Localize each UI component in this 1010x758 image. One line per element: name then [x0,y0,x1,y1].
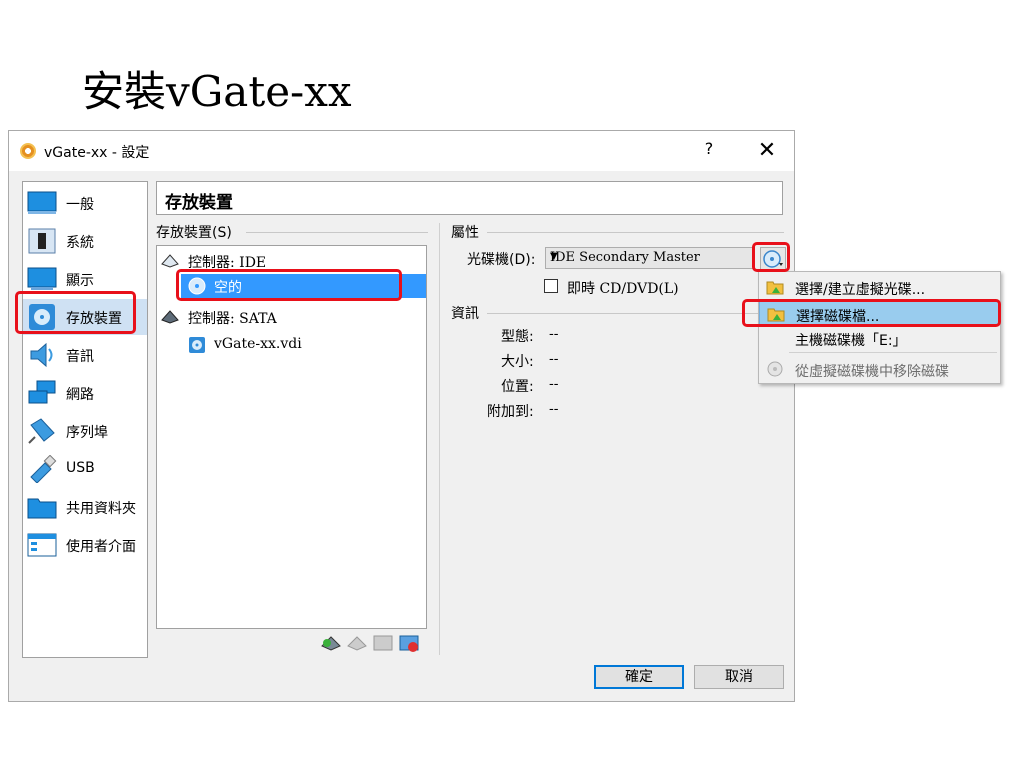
live-cd-checkbox[interactable] [544,279,558,293]
sidebar-item-label: 存放裝置 [66,311,122,327]
settings-sidebar: 一般 系統 顯示 存放裝置 音訊 網路 序列埠 USB 共用資料夾 使用者介面 [22,181,148,658]
sidebar-item-label: 一般 [66,197,94,213]
choose-disc-button[interactable] [760,247,786,271]
menu-separator [789,352,997,353]
add-controller-icon[interactable] [321,633,341,653]
menu-item-label: 選擇/建立虛擬光碟... [795,282,926,298]
sidebar-item-usb[interactable]: USB [23,451,147,487]
serial-port-icon [28,418,55,444]
disc-context-menu: 選擇/建立虛擬光碟... 選擇磁碟檔... 主機磁碟機「E:」 從虛擬磁碟機中移… [758,271,1001,384]
menu-item-choose-create-virtual-disc[interactable]: 選擇/建立虛擬光碟... [759,275,1000,299]
folder-disc-icon [767,308,785,322]
group-divider [487,313,784,314]
usb-icon [30,455,57,483]
group-divider [246,232,428,233]
sidebar-item-label: USB [66,460,95,476]
sidebar-item-label: 系統 [66,235,94,251]
controller-icon [161,254,179,268]
cancel-button[interactable]: 取消 [694,665,784,689]
tree-item-label: 控制器: SATA [188,311,277,327]
sidebar-item-label: 顯示 [66,273,94,289]
folder-disc-icon [766,281,784,295]
group-divider [487,232,784,233]
attributes-group-label: 屬性 [451,225,479,241]
info-size-label: 大小: [501,354,534,370]
system-icon [28,228,56,254]
user-interface-icon [27,533,57,557]
sidebar-item-audio[interactable]: 音訊 [23,337,147,373]
sidebar-item-general[interactable]: 一般 [23,185,147,221]
sidebar-item-label: 使用者介面 [66,539,136,555]
optical-drive-select[interactable]: IDE Secondary Master ▼ [545,247,755,269]
sidebar-item-shared-folder[interactable]: 共用資料夾 [23,489,147,525]
disc-icon [188,277,206,295]
info-size-value: -- [549,351,559,367]
sidebar-item-label: 共用資料夾 [66,501,136,517]
audio-icon [30,342,53,368]
sidebar-item-system[interactable]: 系統 [23,223,147,259]
remove-controller-icon[interactable] [347,633,367,653]
menu-item-label: 主機磁碟機「E:」 [795,333,907,349]
shared-folder-icon [27,498,57,519]
tree-item-label: vGate-xx.vdi [214,336,302,352]
network-icon [28,380,56,404]
info-group-label: 資訊 [451,306,479,322]
sidebar-item-label: 網路 [66,387,94,403]
page-title: 存放裝置 [165,193,233,213]
info-attached-label: 附加到: [487,404,534,420]
menu-item-remove-disc[interactable]: 從虛擬磁碟機中移除磁碟 [759,357,1000,381]
virtualbox-app-icon [20,143,36,159]
controller-icon [161,310,179,324]
storage-tree: 控制器: IDE 空的 控制器: SATA vGate-xx.vdi [156,245,427,629]
hard-disk-icon [189,337,205,353]
sidebar-item-serial-port[interactable]: 序列埠 [23,413,147,449]
dropdown-arrow-icon: ▼ [550,251,558,262]
tree-item-label: 控制器: IDE [188,255,267,271]
tree-item-label: 空的 [214,280,242,296]
remove-disc-icon [767,361,783,377]
sidebar-item-user-interface[interactable]: 使用者介面 [23,527,147,563]
menu-item-label: 從虛擬磁碟機中移除磁碟 [795,364,949,380]
slide-title: 安裝vGate-xx [82,67,352,116]
close-button[interactable]: ✕ [753,137,781,165]
sidebar-item-label: 序列埠 [66,425,108,441]
add-attachment-icon[interactable] [373,633,393,653]
sidebar-item-display[interactable]: 顯示 [23,261,147,297]
live-cd-label: 即時 CD/DVD(L) [567,281,679,297]
sidebar-item-storage[interactable]: 存放裝置 [23,299,147,335]
info-type-value: -- [549,326,559,342]
info-type-label: 型態: [501,329,534,345]
sidebar-item-label: 音訊 [66,349,94,365]
menu-item-host-drive[interactable]: 主機磁碟機「E:」 [759,326,1000,350]
ok-button[interactable]: 確定 [594,665,684,689]
display-icon [27,267,57,290]
page-title-box: 存放裝置 [156,181,783,215]
window-title: vGate-xx - 設定 [44,145,150,161]
remove-attachment-icon[interactable] [399,633,419,653]
optical-drive-label: 光碟機(D): [467,252,536,268]
title-bar: vGate-xx - 設定 ? ✕ [9,131,794,171]
tree-item-vdi-disk[interactable]: vGate-xx.vdi [181,333,426,357]
info-location-label: 位置: [501,379,534,395]
sidebar-item-network[interactable]: 網路 [23,375,147,411]
settings-window: vGate-xx - 設定 ? ✕ 一般 系統 顯示 存放裝置 音訊 網路 序列… [8,130,795,702]
help-button[interactable]: ? [699,139,719,163]
panel-divider [439,223,440,655]
storage-icon [29,304,55,330]
tree-item-empty-disc[interactable]: 空的 [181,274,426,298]
storage-group-label: 存放裝置(S) [156,225,232,241]
info-location-value: -- [549,376,559,392]
menu-item-label: 選擇磁碟檔... [796,309,880,325]
menu-item-choose-disc-file[interactable]: 選擇磁碟檔... [759,301,1000,325]
optical-disc-icon [763,250,783,268]
info-attached-value: -- [549,401,559,417]
tree-item-ide-controller[interactable]: 控制器: IDE [157,249,426,273]
general-icon [27,191,57,214]
tree-item-sata-controller[interactable]: 控制器: SATA [157,305,426,329]
